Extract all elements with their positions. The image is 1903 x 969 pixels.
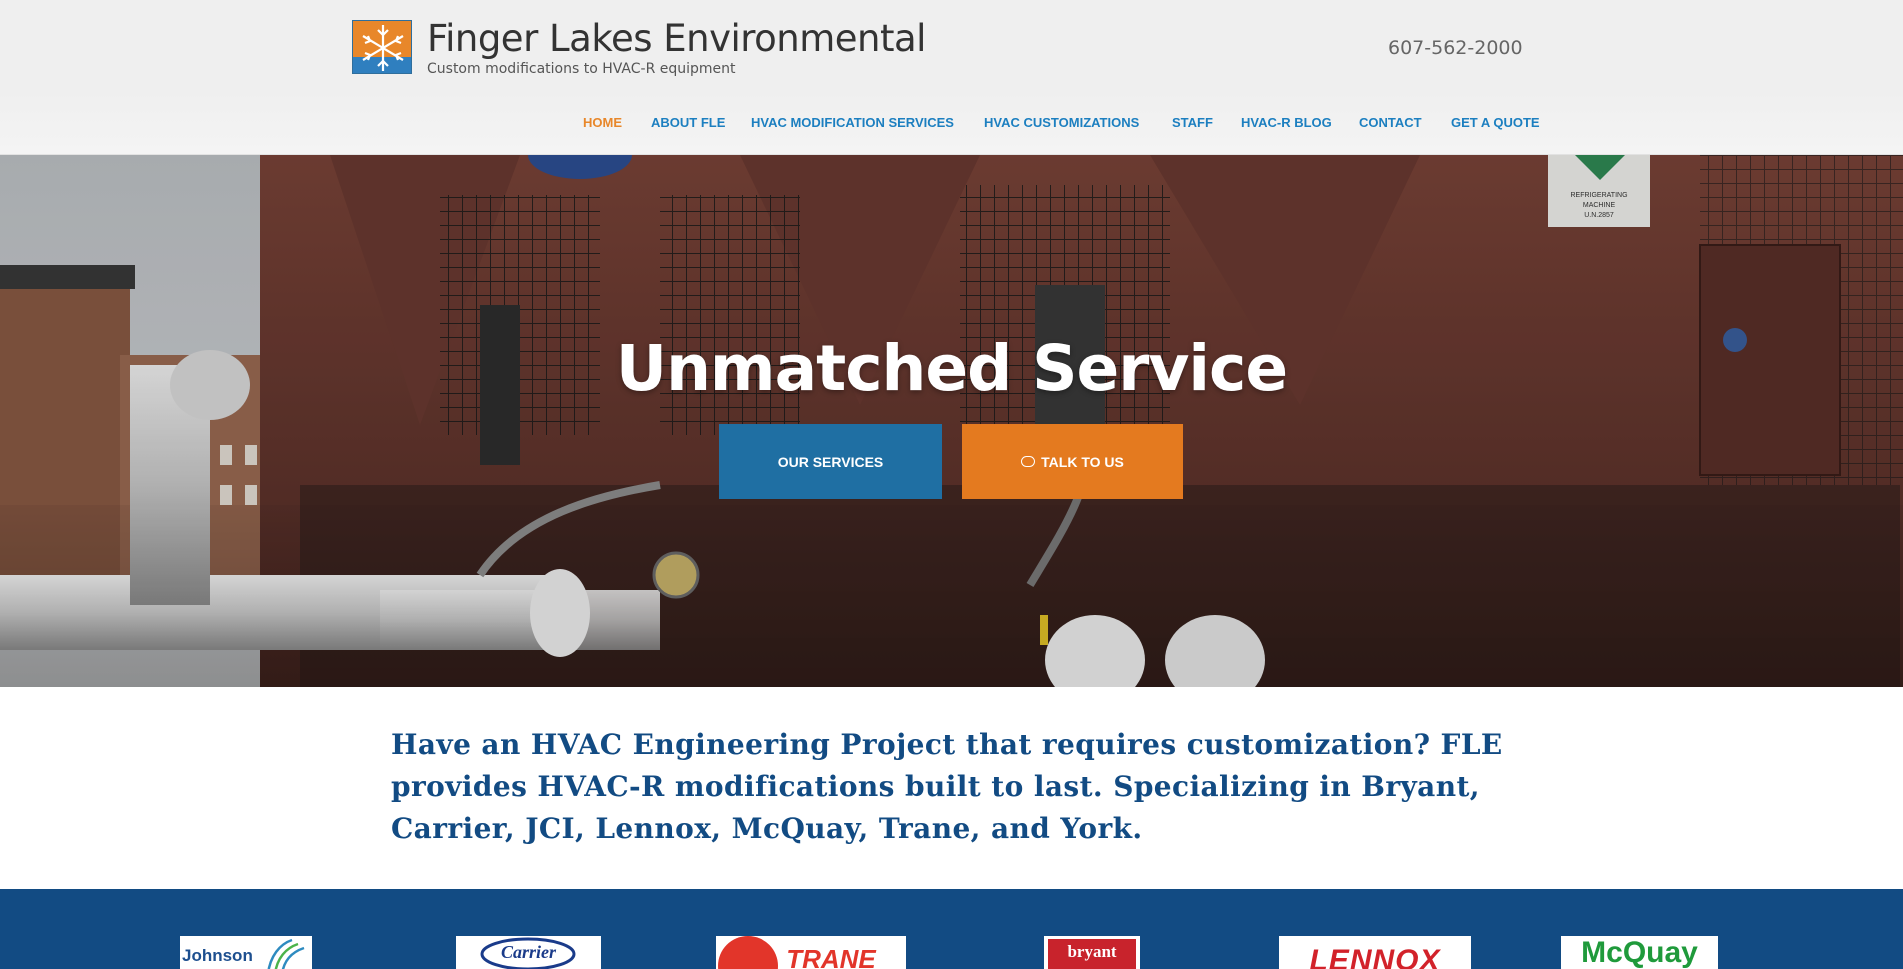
nav-item-contact[interactable]: CONTACT — [1359, 115, 1422, 130]
nav-item-about[interactable]: ABOUT FLE — [651, 115, 725, 130]
site-tagline: Custom modifications to HVAC-R equipment — [427, 61, 736, 77]
hero-background-image: REFRIGERATING MACHINE U.N.2857 — [0, 155, 1903, 687]
brand-logo-carrier-text: Carrier — [500, 942, 556, 962]
brand-logo-lennox[interactable]: LENNOX — [1279, 936, 1471, 969]
nav-item-customizations[interactable]: HVAC CUSTOMIZATIONS — [984, 115, 1139, 130]
brand-logo-lennox-text: LENNOX — [1309, 944, 1441, 969]
brand-logo-bryant-text: bryant — [1067, 942, 1117, 961]
nav-item-home[interactable]: HOME — [583, 115, 622, 130]
brand-logo-bryant[interactable]: bryant — [1044, 936, 1140, 969]
site-title[interactable]: Finger Lakes Environmental — [427, 17, 926, 60]
talk-to-us-label: TALK TO US — [1041, 453, 1124, 470]
talk-to-us-button[interactable]: TALK TO US — [962, 424, 1183, 499]
brand-logo-johnson[interactable]: Johnson — [180, 936, 312, 969]
brand-logo-mcquay-text: McQuay — [1581, 936, 1698, 969]
nav-item-blog[interactable]: HVAC-R BLOG — [1241, 115, 1332, 130]
hero-banner: REFRIGERATING MACHINE U.N.2857 Unmatched… — [0, 155, 1903, 687]
our-services-button[interactable]: OUR SERVICES — [719, 424, 942, 499]
our-services-label: OUR SERVICES — [777, 453, 884, 470]
nav-item-staff[interactable]: STAFF — [1172, 115, 1213, 130]
brand-logo-carrier[interactable]: Carrier — [456, 936, 601, 969]
snowflake-logo-icon[interactable] — [352, 20, 412, 74]
johnson-swirl-icon — [267, 938, 305, 969]
brand-logo-mcquay[interactable]: McQuay — [1561, 936, 1718, 969]
brand-logo-strip: Johnson Carrier TRANE bryant LENNOX McQu… — [0, 889, 1903, 969]
main-nav: HOME ABOUT FLE HVAC MODIFICATION SERVICE… — [0, 115, 1903, 133]
intro-paragraph: Have an HVAC Engineering Project that re… — [391, 728, 1503, 845]
nav-item-get-a-quote[interactable]: GET A QUOTE — [1451, 115, 1540, 130]
brand-logo-trane[interactable]: TRANE — [716, 936, 906, 969]
header-top: Finger Lakes Environmental Custom modifi… — [0, 0, 1903, 92]
hero-title: Unmatched Service — [615, 332, 1288, 405]
phone-number[interactable]: 607-562-2000 — [1388, 37, 1523, 59]
nav-item-modification-services[interactable]: HVAC MODIFICATION SERVICES — [751, 115, 954, 130]
brand-logo-trane-text: TRANE — [786, 944, 876, 969]
chat-bubble-icon — [1021, 456, 1036, 467]
